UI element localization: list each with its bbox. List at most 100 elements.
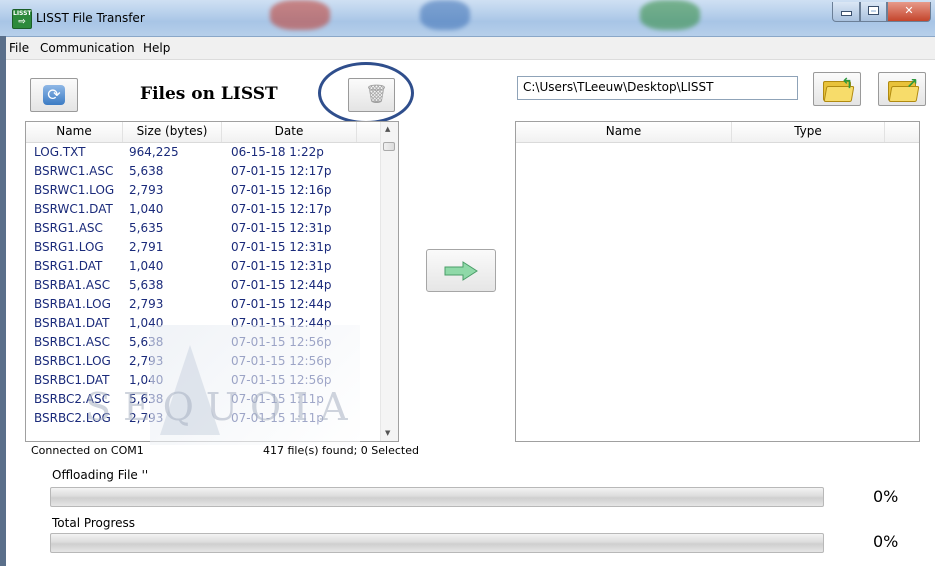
file-date-cell: 07-01-15 12:17p — [231, 202, 332, 216]
table-row[interactable]: BSRWC1.LOG 2,793 07-01-15 12:16p — [26, 181, 366, 200]
close-button[interactable]: ✕ — [887, 2, 931, 22]
file-name-cell: BSRWC1.LOG — [34, 183, 115, 197]
file-name-cell: BSRBC2.ASC — [34, 392, 111, 406]
file-size-cell: 5,638 — [129, 335, 164, 349]
file-date-cell: 07-01-15 12:16p — [231, 183, 332, 197]
file-name-cell: BSRBA1.DAT — [34, 316, 110, 330]
table-row[interactable]: BSRG1.ASC 5,635 07-01-15 12:31p — [26, 219, 366, 238]
column-header-size[interactable]: Size (bytes) — [123, 122, 222, 142]
refresh-icon: ⟳ — [43, 85, 65, 105]
menu-help[interactable]: Help — [143, 41, 170, 55]
menu-bar: File Communication Help — [0, 37, 935, 60]
file-name-cell: BSRBA1.LOG — [34, 297, 111, 311]
lisst-file-list[interactable]: Name Size (bytes) Date LOG.TXT 964,225 06-… — [25, 121, 399, 442]
vertical-scrollbar[interactable]: ▲ ▼ — [380, 122, 398, 441]
file-name-cell: BSRG1.DAT — [34, 259, 103, 273]
desktop-blur — [270, 0, 330, 30]
file-name-cell: BSRBC2.LOG — [34, 411, 111, 425]
file-date-cell: 07-01-15 12:31p — [231, 259, 332, 273]
offload-progress-bar — [50, 487, 824, 507]
new-folder-button[interactable]: ↗ — [878, 72, 926, 106]
file-name-cell: BSRWC1.ASC — [34, 164, 114, 178]
file-size-cell: 2,791 — [129, 240, 164, 254]
table-row[interactable]: BSRBA1.ASC 5,638 07-01-15 12:44p — [26, 276, 366, 295]
file-date-cell: 07-01-15 12:31p — [231, 240, 332, 254]
table-row[interactable]: BSRBC1.DAT 1,040 07-01-15 12:56p — [26, 371, 366, 390]
destination-path-input[interactable]: C:\Users\TLeeuw\Desktop\LISST — [517, 76, 798, 100]
file-date-cell: 07-01-15 1:11p — [231, 392, 324, 406]
scroll-up-icon[interactable]: ▲ — [385, 125, 390, 133]
file-size-cell: 5,635 — [129, 221, 164, 235]
scroll-thumb[interactable] — [383, 142, 395, 151]
file-size-cell: 5,638 — [129, 392, 164, 406]
file-date-cell: 07-01-15 12:31p — [231, 221, 332, 235]
desktop-blur — [420, 0, 470, 30]
local-file-list[interactable]: Name Type — [515, 121, 920, 442]
right-arrow-icon — [444, 261, 478, 281]
file-date-cell: 07-01-15 1:11p — [231, 411, 324, 425]
file-name-cell: BSRG1.LOG — [34, 240, 104, 254]
file-date-cell: 06-15-18 1:22p — [231, 145, 324, 159]
file-name-cell: BSRWC1.DAT — [34, 202, 113, 216]
table-row[interactable]: BSRBA1.DAT 1,040 07-01-15 12:44p — [26, 314, 366, 333]
open-folder-button[interactable]: ↰ — [813, 72, 861, 106]
table-row[interactable]: BSRG1.DAT 1,040 07-01-15 12:31p — [26, 257, 366, 276]
file-size-cell: 1,040 — [129, 202, 164, 216]
table-row[interactable]: BSRBC2.ASC 5,638 07-01-15 1:11p — [26, 390, 366, 409]
total-progress-label: Total Progress — [52, 516, 136, 530]
transfer-button[interactable] — [426, 249, 496, 292]
file-count-status: 417 file(s) found; 0 Selected — [263, 444, 419, 457]
files-heading: Files on LISST — [140, 84, 278, 104]
table-row[interactable]: BSRWC1.DAT 1,040 07-01-15 12:17p — [26, 200, 366, 219]
file-size-cell: 1,040 — [129, 373, 164, 387]
file-size-cell: 964,225 — [129, 145, 179, 159]
column-header-name[interactable]: Name — [26, 122, 123, 142]
maximize-icon — [868, 6, 879, 15]
connection-status: Connected on COM1 — [31, 444, 144, 457]
minimize-button[interactable] — [832, 2, 860, 22]
file-size-cell: 2,793 — [129, 297, 164, 311]
file-name-cell: BSRBC1.ASC — [34, 335, 111, 349]
file-size-cell: 1,040 — [129, 316, 164, 330]
scroll-down-icon[interactable]: ▼ — [385, 429, 390, 437]
file-date-cell: 07-01-15 12:44p — [231, 316, 332, 330]
file-size-cell: 2,793 — [129, 183, 164, 197]
refresh-button[interactable]: ⟳ — [30, 78, 78, 112]
file-size-cell: 5,638 — [129, 164, 164, 178]
table-row[interactable]: LOG.TXT 964,225 06-15-18 1:22p — [26, 143, 366, 162]
file-name-cell: BSRG1.ASC — [34, 221, 103, 235]
menu-file[interactable]: File — [9, 41, 29, 55]
local-column-header-type[interactable]: Type — [732, 122, 885, 142]
close-icon: ✕ — [904, 4, 914, 17]
file-size-cell: 2,793 — [129, 354, 164, 368]
total-percent: 0% — [873, 532, 899, 551]
menu-communication[interactable]: Communication — [40, 41, 135, 55]
local-list-header: Name Type — [516, 122, 919, 143]
file-date-cell: 07-01-15 12:56p — [231, 354, 332, 368]
file-name-cell: BSRBA1.ASC — [34, 278, 111, 292]
table-row[interactable]: BSRBC2.LOG 2,793 07-01-15 1:11p — [26, 409, 366, 428]
table-row[interactable]: BSRBC1.ASC 5,638 07-01-15 12:56p — [26, 333, 366, 352]
local-column-header-name[interactable]: Name — [516, 122, 732, 142]
window-title: LISST File Transfer — [36, 11, 145, 25]
file-date-cell: 07-01-15 12:56p — [231, 335, 332, 349]
table-row[interactable]: BSRG1.LOG 2,791 07-01-15 12:31p — [26, 238, 366, 257]
highlight-circle — [318, 62, 414, 124]
file-date-cell: 07-01-15 12:56p — [231, 373, 332, 387]
file-size-cell: 5,638 — [129, 278, 164, 292]
list-header: Name Size (bytes) Date — [26, 122, 398, 143]
file-size-cell: 1,040 — [129, 259, 164, 273]
file-size-cell: 2,793 — [129, 411, 164, 425]
column-header-date[interactable]: Date — [222, 122, 357, 142]
table-row[interactable]: BSRWC1.ASC 5,638 07-01-15 12:17p — [26, 162, 366, 181]
file-name-cell: LOG.TXT — [34, 145, 86, 159]
offload-label: Offloading File '' — [52, 468, 149, 482]
folder-open-icon: ↰ — [823, 76, 855, 102]
maximize-button[interactable] — [860, 2, 887, 22]
total-progress-bar — [50, 533, 824, 553]
file-name-cell: BSRBC1.DAT — [34, 373, 110, 387]
app-transfer-icon: LISST ⇨ — [12, 9, 32, 29]
table-row[interactable]: BSRBC1.LOG 2,793 07-01-15 12:56p — [26, 352, 366, 371]
folder-new-icon: ↗ — [888, 76, 920, 102]
table-row[interactable]: BSRBA1.LOG 2,793 07-01-15 12:44p — [26, 295, 366, 314]
